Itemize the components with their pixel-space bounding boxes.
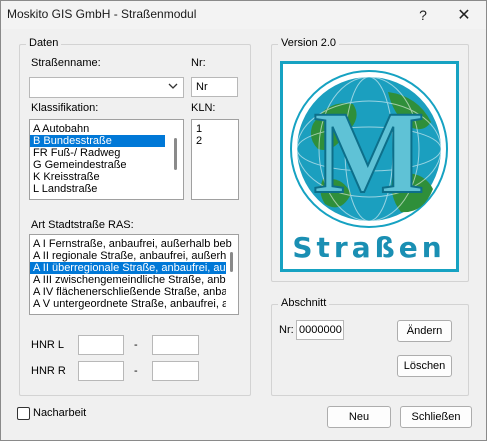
klassifikation-list[interactable]: A Autobahn B Bundesstraße FR Fuß-/ Radwe…	[29, 119, 184, 200]
list-item[interactable]: A V untergeordnete Straße, anbaufrei, a	[30, 298, 226, 310]
nr-field[interactable]: Nr	[191, 77, 238, 97]
kln-label: KLN:	[191, 102, 216, 114]
hnr-r-label: HNR R	[31, 365, 66, 377]
hnr-l-from-field[interactable]	[78, 335, 124, 355]
abschnitt-group-label: Abschnitt	[278, 297, 330, 309]
kln-list[interactable]: 1 2	[191, 119, 239, 200]
list-item[interactable]: A I Fernstraße, anbaufrei, außerhalb beb	[30, 238, 238, 250]
list-item[interactable]: FR Fuß-/ Radweg	[30, 147, 183, 159]
hnr-r-from-field[interactable]	[78, 361, 124, 381]
daten-group-label: Daten	[26, 37, 62, 49]
hnr-l-label: HNR L	[31, 339, 65, 351]
logo-letter: M	[313, 87, 424, 218]
list-item[interactable]: L Landstraße	[30, 183, 183, 195]
help-icon[interactable]: ?	[406, 1, 440, 29]
hnr-l-to-field[interactable]	[152, 335, 199, 355]
list-item[interactable]: G Gemeindestraße	[30, 159, 183, 171]
list-item[interactable]: 2	[192, 135, 238, 147]
strassenname-combobox[interactable]	[29, 77, 184, 98]
logo-text: Straßen	[292, 231, 445, 264]
chevron-down-icon[interactable]	[168, 81, 178, 94]
version-group-label: Version 2.0	[278, 37, 340, 49]
hnr-r-to-field[interactable]	[152, 361, 199, 381]
logo-graphic: M Straßen	[290, 70, 448, 264]
nr-label: Nr:	[191, 57, 206, 69]
list-item[interactable]: K Kreisstraße	[30, 171, 183, 183]
neu-button[interactable]: Neu	[327, 406, 391, 428]
nacharbeit-checkbox[interactable]	[17, 407, 30, 420]
loeschen-button[interactable]: Löschen	[397, 355, 452, 377]
aendern-button[interactable]: Ändern	[397, 320, 452, 342]
strassenname-label: Straßenname:	[31, 57, 101, 69]
klassifikation-scrollbar-thumb[interactable]	[174, 138, 177, 170]
list-item-selected[interactable]: B Bundesstraße	[30, 135, 165, 147]
abschnitt-nr-field[interactable]: 0000000	[296, 320, 344, 340]
list-item[interactable]: 1	[192, 123, 238, 135]
window-title: Moskito GIS GmbH - Straßenmodul	[7, 7, 197, 21]
strassen-logo: M Straßen	[280, 61, 459, 272]
abschnitt-group: Abschnitt	[271, 297, 469, 396]
list-item-selected[interactable]: A II überregionale Straße, anbaufrei, au…	[30, 262, 226, 274]
klassifikation-label: Klassifikation:	[31, 102, 99, 114]
schliessen-button[interactable]: Schließen	[400, 406, 472, 428]
ras-list[interactable]: A I Fernstraße, anbaufrei, außerhalb beb…	[29, 234, 239, 315]
list-item[interactable]: A Autobahn	[30, 123, 183, 135]
list-item[interactable]: A II regionale Straße, anbaufrei, außerh…	[30, 250, 226, 262]
ras-label: Art Stadtstraße RAS:	[31, 219, 134, 231]
hnr-r-dash: -	[134, 365, 138, 377]
close-icon[interactable]: ✕	[447, 1, 481, 29]
hnr-l-dash: -	[134, 339, 138, 351]
list-item[interactable]: A IV flächenerschließende Straße, anba	[30, 286, 226, 298]
title-bar[interactable]: Moskito GIS GmbH - Straßenmodul ? ✕	[1, 1, 486, 29]
abschnitt-nr-label: Nr:	[279, 324, 294, 336]
dialog-window: Moskito GIS GmbH - Straßenmodul ? ✕ Date…	[0, 0, 487, 441]
list-item[interactable]: A III zwischengemeindliche Straße, anbau	[30, 274, 226, 286]
nacharbeit-label[interactable]: Nacharbeit	[33, 407, 86, 419]
ras-scrollbar-thumb[interactable]	[230, 252, 233, 272]
